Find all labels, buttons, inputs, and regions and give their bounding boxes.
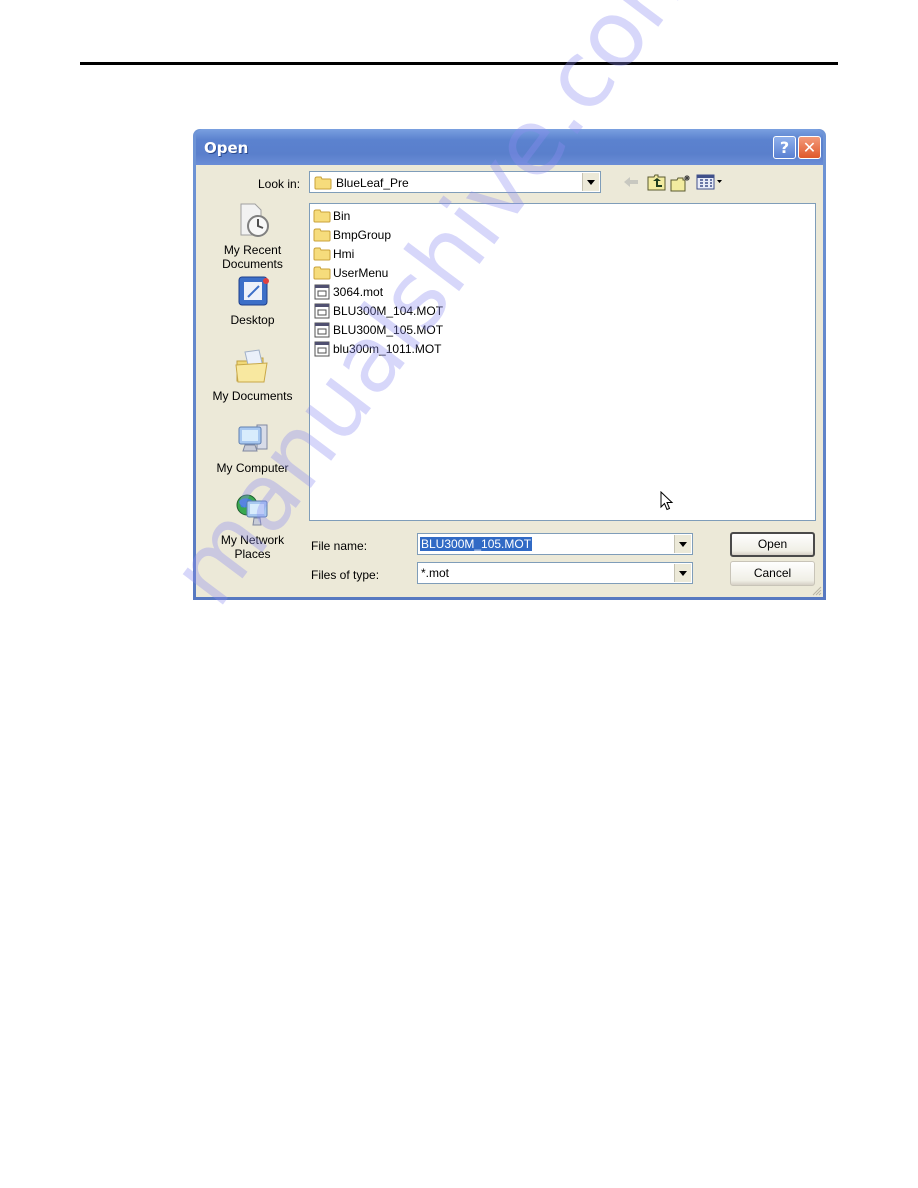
list-item-folder[interactable]: Bin	[313, 207, 350, 225]
file-icon	[314, 341, 330, 357]
file-name-value: BLU300M_105.MOT	[420, 537, 533, 551]
list-item-file[interactable]: BLU300M_104.MOT	[313, 302, 443, 320]
folder-icon	[313, 209, 331, 223]
place-my-computer[interactable]: My Computer	[196, 419, 309, 475]
file-name: UserMenu	[333, 266, 389, 280]
my-documents-icon	[234, 349, 268, 383]
place-label: My Recent	[223, 243, 282, 257]
places-bar: My Recent Documents Desktop My Documents…	[196, 197, 309, 595]
list-item-file[interactable]: BLU300M_105.MOT	[313, 321, 443, 339]
place-my-recent-documents[interactable]: My Recent Documents	[196, 201, 309, 271]
back-icon[interactable]	[623, 176, 639, 188]
file-name: Hmi	[333, 247, 355, 261]
cancel-button[interactable]: Cancel	[730, 561, 815, 586]
list-item-folder[interactable]: UserMenu	[313, 264, 388, 282]
folder-icon	[313, 228, 331, 242]
file-type-dropdown[interactable]: *.mot	[417, 562, 693, 584]
chevron-down-icon[interactable]	[674, 535, 691, 553]
place-label: My Documents	[212, 389, 293, 403]
file-name: blu300m_1011.MOT	[333, 342, 442, 356]
file-name-input[interactable]: BLU300M_105.MOT	[417, 533, 693, 555]
list-item-folder[interactable]: BmpGroup	[313, 226, 391, 244]
look-in-value: BlueLeaf_Pre	[336, 176, 409, 190]
file-name: BLU300M_104.MOT	[333, 304, 444, 318]
network-places-icon	[236, 494, 267, 526]
title-bar[interactable]: Open ? ✕	[196, 129, 823, 165]
place-label: My Network	[220, 533, 285, 547]
close-button[interactable]: ✕	[798, 136, 821, 159]
new-folder-icon[interactable]	[670, 174, 692, 192]
desktop-icon	[238, 276, 269, 306]
file-icon	[314, 284, 330, 300]
my-computer-icon	[238, 424, 267, 452]
place-label: Places	[234, 547, 271, 561]
folder-icon	[314, 176, 332, 190]
dialog-body: Look in: BlueLeaf_Pre My Recent Document…	[196, 165, 823, 597]
file-icon	[314, 303, 330, 319]
chevron-down-icon[interactable]	[582, 173, 599, 191]
page-header-rule	[80, 62, 838, 65]
views-menu-icon[interactable]	[696, 174, 724, 190]
file-name: 3064.mot	[333, 285, 384, 299]
recent-documents-icon	[240, 203, 269, 237]
look-in-label: Look in:	[258, 177, 301, 191]
folder-icon	[313, 247, 331, 261]
file-name: Bin	[333, 209, 351, 223]
up-folder-icon[interactable]	[647, 174, 667, 191]
file-type-value: *.mot	[421, 566, 450, 580]
resize-grip-icon[interactable]	[810, 584, 822, 596]
list-item-file[interactable]: 3064.mot	[313, 283, 383, 301]
place-my-documents[interactable]: My Documents	[196, 347, 309, 403]
file-list[interactable]: Bin BmpGroup Hmi UserMenu 3064.mot BLU30…	[309, 203, 816, 521]
dialog-title: Open	[204, 139, 249, 157]
open-file-dialog: Open ? ✕ Look in: BlueLeaf_Pre My Recent…	[193, 129, 826, 600]
place-label: Desktop	[230, 313, 275, 327]
look-in-dropdown[interactable]: BlueLeaf_Pre	[309, 171, 601, 193]
place-label: Documents	[222, 257, 283, 271]
chevron-down-icon[interactable]	[674, 564, 691, 582]
file-name-label: File name:	[311, 539, 368, 553]
list-item-file[interactable]: blu300m_1011.MOT	[313, 340, 442, 358]
file-name: BLU300M_105.MOT	[333, 323, 444, 337]
open-button[interactable]: Open	[730, 532, 815, 557]
file-type-label: Files of type:	[311, 568, 380, 582]
file-icon	[314, 322, 330, 338]
place-label: My Computer	[216, 461, 289, 475]
mouse-pointer-icon	[660, 491, 674, 511]
place-my-network-places[interactable]: My Network Places	[196, 491, 309, 561]
help-button[interactable]: ?	[773, 136, 796, 159]
folder-icon	[313, 266, 331, 280]
file-name: BmpGroup	[333, 228, 392, 242]
list-item-folder[interactable]: Hmi	[313, 245, 354, 263]
place-desktop[interactable]: Desktop	[196, 273, 309, 327]
